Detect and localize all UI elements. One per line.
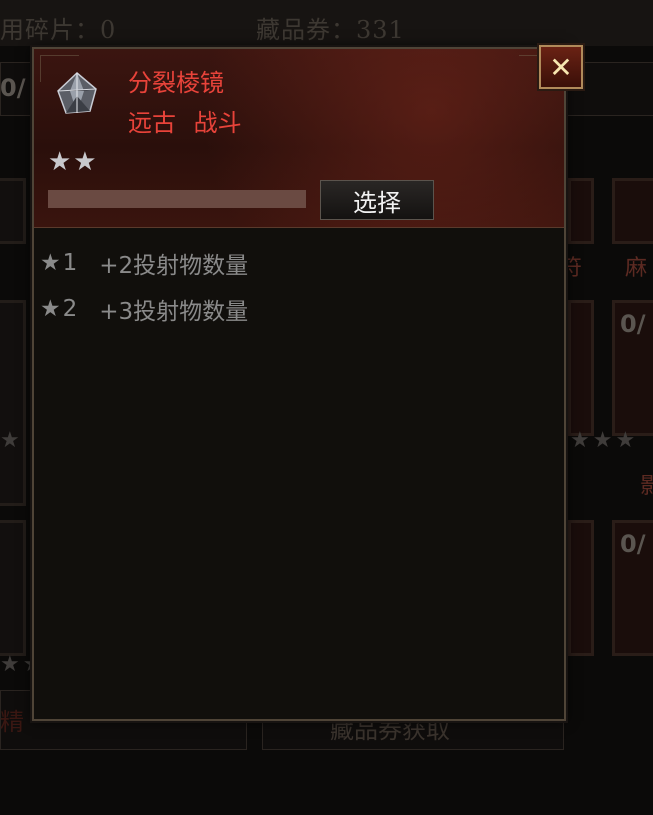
item-detail-popup: 分裂棱镜 远古 战斗 ★★ 选择 ★ 1 +2投射物数量 ★ 2 +3投射物数量 <box>32 47 566 721</box>
background-card <box>568 300 594 436</box>
close-button[interactable]: ✕ <box>539 45 583 89</box>
item-tags: 远古 战斗 <box>128 103 252 138</box>
fragments-counter: 用碎片：0 <box>0 16 117 44</box>
background-red-label: 麻 <box>625 256 648 281</box>
background-card <box>0 178 26 244</box>
background-red-label: 影 <box>640 474 653 499</box>
background-stars: ★★★ <box>570 428 639 453</box>
item-progress-bar <box>48 190 306 208</box>
effect-row: ★ 2 +3投射物数量 <box>40 289 248 329</box>
item-tag: 远古 <box>128 109 176 137</box>
background-right-count: 0/ <box>620 530 646 558</box>
background-stars: ★ <box>0 428 23 453</box>
background-card <box>0 300 26 506</box>
close-icon: ✕ <box>549 50 573 84</box>
effect-text: +3投射物数量 <box>99 299 249 325</box>
item-star-rating: ★★ <box>48 147 99 177</box>
prism-crystal-icon <box>54 71 100 117</box>
background-card <box>568 178 594 244</box>
effect-level: 2 <box>62 296 78 322</box>
background-right-count: 0/ <box>620 310 646 338</box>
select-button[interactable]: 选择 <box>320 180 434 220</box>
effect-level: 1 <box>62 250 78 276</box>
popup-header: 分裂棱镜 远古 战斗 ★★ 选择 <box>34 49 564 228</box>
background-top-bar: 用碎片：0 藏品券：331 <box>0 0 653 46</box>
voucher-counter: 藏品券：331 <box>256 16 405 44</box>
background-bottom-left-label: 精 <box>0 708 24 736</box>
background-card <box>0 520 26 656</box>
star-icon: ★ <box>40 250 61 276</box>
background-card <box>568 520 594 656</box>
background-card <box>612 178 653 244</box>
effect-text: +2投射物数量 <box>99 253 249 279</box>
effect-row: ★ 1 +2投射物数量 <box>40 243 248 283</box>
star-icon: ★ <box>40 296 61 322</box>
item-name: 分裂棱镜 <box>128 69 224 97</box>
background-left-count: 0/ <box>0 74 26 102</box>
item-tag: 战斗 <box>193 109 242 137</box>
